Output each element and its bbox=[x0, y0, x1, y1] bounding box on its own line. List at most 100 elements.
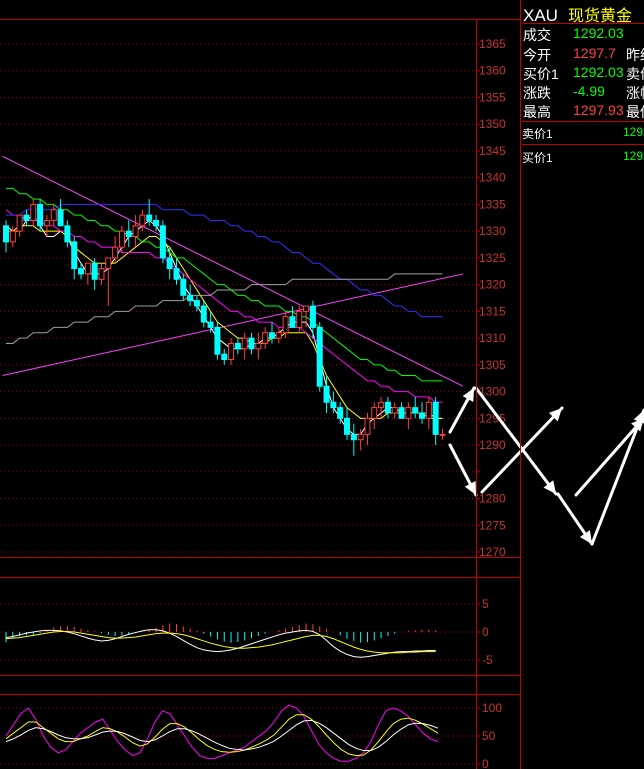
candle-body bbox=[9, 230, 16, 243]
candle-body bbox=[241, 337, 248, 350]
candle-body bbox=[405, 407, 412, 419]
candle-body bbox=[303, 305, 310, 312]
order-label: 买价1 bbox=[522, 151, 553, 165]
candle-body bbox=[84, 262, 91, 275]
y-tick-label: 1305 bbox=[479, 358, 506, 372]
quote-value: 1292.03 bbox=[573, 64, 624, 80]
macd-dea-line bbox=[5, 630, 436, 654]
candle-body bbox=[180, 278, 187, 296]
candle-body bbox=[16, 214, 23, 232]
candle-body bbox=[50, 209, 57, 221]
y-tick-label: -5 bbox=[482, 653, 493, 667]
candle-body bbox=[228, 342, 235, 360]
divider bbox=[522, 144, 644, 145]
order-price: 1292 bbox=[623, 149, 644, 163]
candle-body bbox=[98, 268, 105, 280]
candle-body bbox=[112, 246, 119, 259]
candle-body bbox=[262, 332, 269, 344]
candle-body bbox=[30, 203, 37, 221]
candle-body bbox=[275, 332, 282, 339]
divider bbox=[522, 23, 644, 24]
candle-body bbox=[118, 230, 125, 248]
candle-body bbox=[330, 401, 337, 409]
candle-body bbox=[350, 433, 357, 441]
quote-label: 涨跌 bbox=[523, 85, 551, 101]
candlestick-chart[interactable]: 1365 1360 1355 1350 1345 1340 1335 1330 1325 1320… bbox=[0, 37, 520, 559]
candle-body bbox=[391, 407, 398, 414]
candle-body bbox=[43, 219, 50, 227]
quote-label-2: 涨幅 bbox=[626, 85, 644, 101]
candle-body bbox=[91, 262, 98, 280]
y-tick-label: 1280 bbox=[479, 492, 506, 506]
candle-body bbox=[364, 417, 371, 435]
quote-value: 1297.93 bbox=[573, 102, 624, 118]
candle-body bbox=[221, 353, 228, 360]
quote-label-2: 卖价 bbox=[626, 66, 644, 82]
candle-body bbox=[248, 337, 255, 350]
y-tick-label: 1330 bbox=[479, 224, 506, 238]
divider bbox=[522, 121, 644, 122]
candle-body bbox=[187, 294, 194, 302]
order-ask-1: 卖价1 1292 bbox=[522, 125, 644, 142]
order-price: 1292 bbox=[623, 125, 644, 139]
y-tick-label: 1355 bbox=[479, 90, 506, 104]
candle-body bbox=[57, 209, 64, 227]
candle-body bbox=[37, 203, 44, 227]
candle-body bbox=[419, 412, 426, 419]
candle-body bbox=[439, 433, 446, 436]
candle-body bbox=[309, 305, 316, 328]
candle-body bbox=[378, 401, 385, 409]
candle-body bbox=[146, 214, 153, 221]
y-tick-label: 1320 bbox=[479, 278, 506, 292]
y-tick-label: 1325 bbox=[479, 251, 506, 265]
candle-body bbox=[296, 310, 303, 328]
candle-body bbox=[23, 214, 30, 221]
y-tick-label: 5 bbox=[482, 597, 489, 611]
candle-body bbox=[384, 401, 391, 414]
candle-body bbox=[71, 241, 78, 270]
candle-body bbox=[207, 321, 214, 328]
quote-label: 最高 bbox=[523, 104, 551, 120]
quote-label: 买价1 bbox=[523, 66, 559, 82]
order-bid-1: 买价1 1292 bbox=[522, 149, 644, 166]
candle-body bbox=[282, 316, 289, 334]
candle-body bbox=[255, 342, 262, 350]
candle-body bbox=[173, 268, 180, 280]
y-tick-label: 1335 bbox=[479, 197, 506, 211]
y-tick-label: 1340 bbox=[479, 171, 506, 185]
y-tick-label: 1275 bbox=[479, 518, 506, 532]
candle-body bbox=[193, 300, 200, 307]
y-tick-label: 100 bbox=[482, 701, 502, 715]
quote-value: -4.99 bbox=[573, 83, 605, 99]
trendline-support bbox=[2, 273, 464, 377]
y-tick-label: 1290 bbox=[479, 438, 506, 452]
moving-average-ma20 bbox=[5, 209, 443, 403]
candle-body bbox=[289, 316, 296, 328]
macd-chart[interactable]: 5 0 -5 bbox=[0, 577, 520, 676]
candle-body bbox=[139, 214, 146, 227]
kdj-j-line bbox=[5, 704, 439, 762]
candle-body bbox=[371, 407, 378, 419]
candle-body bbox=[166, 257, 173, 270]
candle-body bbox=[64, 225, 71, 243]
candle-body bbox=[153, 219, 160, 227]
candle-body bbox=[159, 225, 166, 259]
y-tick-label: 1345 bbox=[479, 144, 506, 158]
macd-dif-line bbox=[5, 629, 436, 658]
quote-value: 1292.03 bbox=[573, 25, 624, 41]
y-tick-label: 1365 bbox=[479, 37, 506, 51]
kdj-chart[interactable]: 100 50 0 bbox=[0, 694, 520, 769]
candle-body bbox=[316, 326, 323, 387]
y-tick-label: 1350 bbox=[479, 117, 506, 131]
order-label: 卖价1 bbox=[522, 127, 553, 141]
quote-label-2: 最低 bbox=[626, 104, 644, 120]
candle-body bbox=[132, 225, 139, 238]
y-tick-label: 0 bbox=[482, 625, 489, 639]
candle-body bbox=[337, 407, 344, 419]
y-tick-label: 1270 bbox=[479, 545, 506, 559]
candle-body bbox=[125, 230, 132, 238]
candle-body bbox=[398, 407, 405, 419]
quote-label: 成交 bbox=[523, 27, 551, 43]
candle-body bbox=[323, 385, 330, 403]
y-tick-label: 1360 bbox=[479, 64, 506, 78]
